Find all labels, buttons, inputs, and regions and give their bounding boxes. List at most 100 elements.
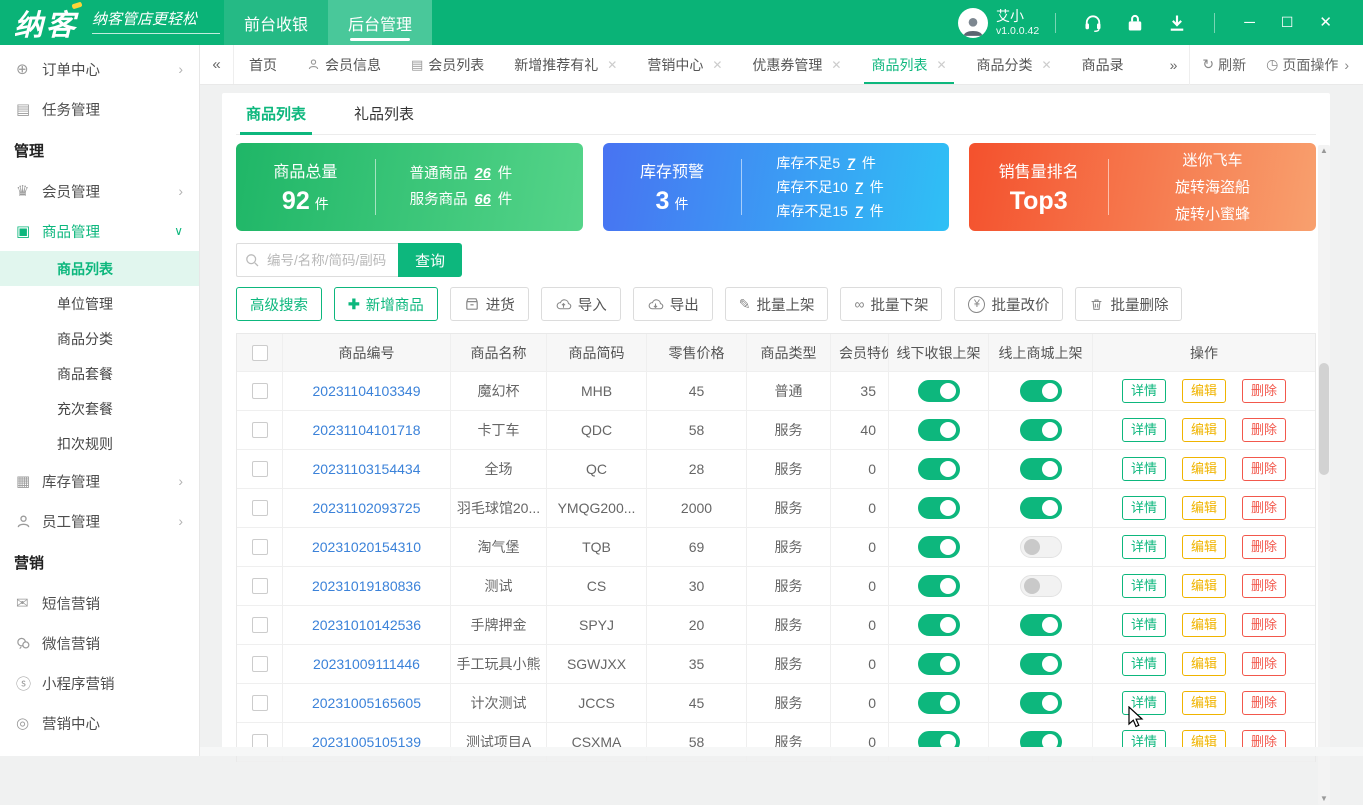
delete-button[interactable]: 删除: [1242, 496, 1286, 520]
sidebar-item-staff-mgmt[interactable]: 员工管理 ›: [0, 501, 199, 541]
sidebar-item-sms-marketing[interactable]: ✉ 短信营销: [0, 583, 199, 623]
goods-code-link[interactable]: 20231102093725: [313, 500, 421, 516]
row-checkbox[interactable]: [252, 656, 268, 672]
edit-button[interactable]: 编辑: [1182, 379, 1226, 403]
sidebar-item-wechat-marketing[interactable]: 微信营销: [0, 623, 199, 663]
offline-shelf-toggle[interactable]: [918, 692, 960, 714]
goods-code-link[interactable]: 20231020154310: [312, 539, 421, 555]
query-button[interactable]: 查询: [398, 243, 462, 277]
delete-button[interactable]: 删除: [1242, 379, 1286, 403]
offline-shelf-toggle[interactable]: [918, 614, 960, 636]
tab-goods-entry[interactable]: 商品录: [1067, 45, 1124, 84]
detail-button[interactable]: 详情: [1122, 574, 1166, 598]
select-all-checkbox[interactable]: [252, 345, 268, 361]
service-icon[interactable]: [1083, 13, 1103, 33]
sidebar-item-order-center[interactable]: ⊕ 订单中心 ›: [0, 49, 199, 89]
detail-button[interactable]: 详情: [1122, 535, 1166, 559]
offline-shelf-toggle[interactable]: [918, 497, 960, 519]
collapse-tabs-button[interactable]: «: [200, 45, 234, 84]
online-shelf-toggle[interactable]: [1020, 419, 1062, 441]
search-input[interactable]: [236, 243, 398, 277]
batch-off-shelf-button[interactable]: ∞批量下架: [840, 287, 942, 321]
sidebar-subitem-deduction-rules[interactable]: 扣次规则: [0, 426, 199, 461]
sidebar-item-miniprogram-marketing[interactable]: ⓢ 小程序营销: [0, 663, 199, 703]
minimize-icon[interactable]: ─: [1244, 0, 1255, 45]
online-shelf-toggle[interactable]: [1020, 575, 1062, 597]
purchase-button[interactable]: 进货: [450, 287, 529, 321]
delete-button[interactable]: 删除: [1242, 652, 1286, 676]
edit-button[interactable]: 编辑: [1182, 652, 1226, 676]
scrollbar-thumb[interactable]: [1319, 363, 1329, 475]
online-shelf-toggle[interactable]: [1020, 497, 1062, 519]
sidebar-item-marketing-center[interactable]: ◎ 营销中心: [0, 703, 199, 743]
online-shelf-toggle[interactable]: [1020, 614, 1062, 636]
online-shelf-toggle[interactable]: [1020, 653, 1062, 675]
row-checkbox[interactable]: [252, 539, 268, 555]
edit-button[interactable]: 编辑: [1182, 613, 1226, 637]
sidebar-subitem-goods-list[interactable]: 商品列表: [0, 251, 199, 286]
stat-number[interactable]: 7: [855, 179, 863, 195]
sidebar-subitem-goods-combo[interactable]: 商品套餐: [0, 356, 199, 391]
import-button[interactable]: 导入: [541, 287, 621, 321]
online-shelf-toggle[interactable]: [1020, 458, 1062, 480]
page-operations-button[interactable]: ◷ 页面操作 ›: [1256, 55, 1363, 75]
tab-backend-admin[interactable]: 后台管理: [328, 0, 432, 45]
delete-button[interactable]: 删除: [1242, 457, 1286, 481]
delete-button[interactable]: 删除: [1242, 535, 1286, 559]
detail-button[interactable]: 详情: [1122, 379, 1166, 403]
delete-button[interactable]: 删除: [1242, 574, 1286, 598]
close-tab-icon[interactable]: ✕: [607, 58, 617, 72]
row-checkbox[interactable]: [252, 383, 268, 399]
tab-goods-list[interactable]: 商品列表 ✕: [856, 45, 961, 84]
goods-code-link[interactable]: 20231104101718: [313, 422, 421, 438]
maximize-icon[interactable]: ☐: [1281, 0, 1294, 45]
tab-referral-gift[interactable]: 新增推荐有礼 ✕: [499, 45, 632, 84]
offline-shelf-toggle[interactable]: [918, 575, 960, 597]
row-checkbox[interactable]: [252, 461, 268, 477]
close-tab-icon[interactable]: ✕: [936, 58, 946, 72]
export-button[interactable]: 导出: [633, 287, 713, 321]
close-tab-icon[interactable]: ✕: [712, 58, 722, 72]
download-icon[interactable]: [1167, 13, 1187, 33]
detail-button[interactable]: 详情: [1122, 652, 1166, 676]
row-checkbox[interactable]: [252, 695, 268, 711]
offline-shelf-toggle[interactable]: [918, 653, 960, 675]
sidebar-subitem-goods-category[interactable]: 商品分类: [0, 321, 199, 356]
horizontal-scrollbar[interactable]: [200, 747, 1363, 756]
online-shelf-toggle[interactable]: [1020, 536, 1062, 558]
delete-button[interactable]: 删除: [1242, 613, 1286, 637]
goods-code-link[interactable]: 20231010142536: [312, 617, 421, 633]
detail-button[interactable]: 详情: [1122, 418, 1166, 442]
expand-tabs-button[interactable]: »: [1160, 57, 1188, 73]
detail-button[interactable]: 详情: [1122, 496, 1166, 520]
tab-home[interactable]: 首页: [234, 45, 292, 84]
vertical-scrollbar[interactable]: ▲ ▼: [1318, 145, 1330, 805]
tab-member-info[interactable]: 会员信息: [292, 45, 396, 84]
scroll-down-arrow[interactable]: ▼: [1318, 793, 1330, 805]
online-shelf-toggle[interactable]: [1020, 692, 1062, 714]
batch-on-shelf-button[interactable]: ✎批量上架: [725, 287, 829, 321]
stat-number[interactable]: 66: [475, 192, 491, 208]
goods-code-link[interactable]: 20231019180836: [312, 578, 421, 594]
stat-number[interactable]: 7: [855, 203, 863, 219]
sidebar-item-inventory-mgmt[interactable]: ▦ 库存管理 ›: [0, 461, 199, 501]
offline-shelf-toggle[interactable]: [918, 536, 960, 558]
edit-button[interactable]: 编辑: [1182, 496, 1226, 520]
sidebar-subitem-unit-mgmt[interactable]: 单位管理: [0, 286, 199, 321]
sidebar-item-member-mgmt[interactable]: ♛ 会员管理 ›: [0, 171, 199, 211]
goods-code-link[interactable]: 20231103154434: [313, 461, 421, 477]
tab-member-list[interactable]: ▤ 会员列表: [396, 45, 499, 84]
detail-button[interactable]: 详情: [1122, 613, 1166, 637]
stat-number[interactable]: 26: [475, 166, 491, 182]
close-icon[interactable]: ✕: [1319, 0, 1332, 45]
row-checkbox[interactable]: [252, 500, 268, 516]
panel-tab-goods-list[interactable]: 商品列表: [246, 93, 306, 134]
scroll-up-arrow[interactable]: ▲: [1318, 145, 1330, 157]
tab-coupon-mgmt[interactable]: 优惠券管理 ✕: [737, 45, 856, 84]
online-shelf-toggle[interactable]: [1020, 380, 1062, 402]
close-tab-icon[interactable]: ✕: [831, 58, 841, 72]
batch-price-button[interactable]: ¥批量改价: [954, 287, 1063, 321]
row-checkbox[interactable]: [252, 422, 268, 438]
sidebar-item-goods-mgmt[interactable]: ▣ 商品管理 ∨: [0, 211, 199, 251]
detail-button[interactable]: 详情: [1122, 457, 1166, 481]
